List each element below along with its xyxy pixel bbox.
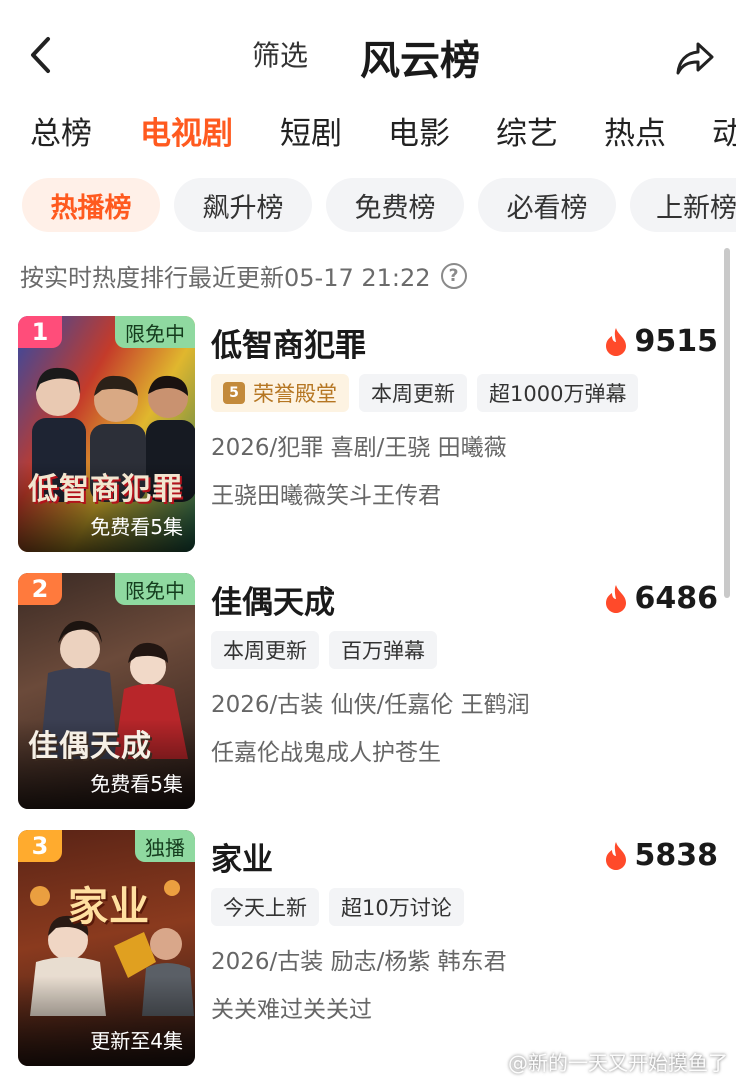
tag: 本周更新: [359, 374, 467, 412]
poster-title-art: 佳偶天成: [28, 729, 152, 764]
share-icon: [676, 42, 714, 75]
watermark-text: @新的一天又开始摸鱼了: [508, 1051, 728, 1075]
rank-badge: 3: [18, 830, 62, 862]
tag: 本周更新: [211, 631, 319, 669]
status-badge: 独播: [135, 830, 195, 862]
status-badge: 限免中: [115, 316, 195, 348]
poster-image[interactable]: 低智商犯罪 1 限免中 免费看5集: [18, 316, 195, 552]
sub-tabs: 热播榜 飙升榜 免费榜 必看榜 上新榜: [0, 178, 736, 232]
heat-score: 9515: [603, 324, 719, 359]
header: 筛选 风云榜: [0, 0, 736, 110]
honor-icon: 5: [223, 382, 245, 404]
tab-tv[interactable]: 电视剧: [140, 108, 233, 153]
poster-caption: 免费看5集: [90, 515, 183, 539]
subtab-must-watch[interactable]: 必看榜: [478, 178, 616, 232]
page-title: 风云榜: [360, 38, 480, 84]
tab-movie[interactable]: 电影: [388, 108, 450, 153]
show-meta: 2026/古装 仙侠/任嘉伦 王鹤润: [211, 692, 530, 718]
update-note: 按实时热度排行最近更新05-17 21:22 ?: [20, 258, 467, 293]
show-title[interactable]: 佳偶天成: [211, 577, 335, 622]
show-meta: 2026/犯罪 喜剧/王骁 田曦薇: [211, 435, 507, 461]
scrollbar[interactable]: [724, 248, 730, 598]
flame-icon: [605, 841, 626, 870]
tag: 今天上新: [211, 888, 319, 926]
tab-hot[interactable]: 热点: [604, 108, 666, 153]
watermark: @新的一天又开始摸鱼了: [480, 1047, 728, 1076]
rank-badge: 1: [18, 316, 62, 348]
honor-label: 荣誉殿堂: [253, 382, 337, 406]
share-button[interactable]: [670, 36, 720, 82]
poster-title-art: 低智商犯罪: [28, 472, 183, 507]
ranking-page: 筛选 风云榜 总榜 电视剧 短剧 电影 综艺 热点 动 热播榜 飙升榜 免费榜 …: [0, 0, 736, 1080]
poster-image[interactable]: 佳偶天成 2 限免中 免费看5集: [18, 573, 195, 809]
list-item[interactable]: 佳偶天成 2 限免中 免费看5集 佳偶天成 6486 本周更新 百万弹幕 202…: [18, 573, 718, 809]
help-icon[interactable]: ?: [440, 262, 467, 289]
rank-badge: 2: [18, 573, 62, 605]
heat-score: 5838: [603, 838, 719, 873]
tag: 百万弹幕: [329, 631, 437, 669]
show-title[interactable]: 低智商犯罪: [211, 320, 366, 365]
show-title[interactable]: 家业: [211, 834, 273, 879]
honor-tag[interactable]: 5 荣誉殿堂: [211, 374, 349, 412]
heat-value: 5838: [634, 838, 719, 873]
show-description: 王骁田曦薇笑斗王传君: [211, 483, 441, 509]
poster-caption: 更新至4集: [90, 1029, 183, 1053]
poster-title-art: 家业: [68, 883, 150, 930]
subtab-free[interactable]: 免费榜: [326, 178, 464, 232]
category-tabs: 总榜 电视剧 短剧 电影 综艺 热点 动: [0, 108, 736, 158]
tab-short-drama[interactable]: 短剧: [280, 108, 342, 153]
list-item[interactable]: 低智商犯罪 1 限免中 免费看5集 低智商犯罪 9515 5 荣誉殿堂 本周更新…: [18, 316, 718, 552]
tab-anime[interactable]: 动: [712, 108, 736, 153]
tag-list: 今天上新 超10万讨论: [211, 888, 464, 926]
list-item[interactable]: 家业 3 独播 更新至4集 家业 5838 今天上新 超10万讨论 2026/古…: [18, 830, 718, 1066]
update-text: 按实时热度排行最近更新05-17 21:22: [20, 264, 431, 292]
weibo-logo-icon: [480, 1053, 502, 1071]
subtab-hot-playing[interactable]: 热播榜: [22, 178, 160, 232]
poster-caption: 免费看5集: [90, 772, 183, 796]
tab-variety[interactable]: 综艺: [496, 108, 558, 153]
status-badge: 限免中: [115, 573, 195, 605]
flame-icon: [605, 327, 626, 356]
filter-button[interactable]: 筛选: [252, 34, 308, 74]
tag: 超1000万弹幕: [477, 374, 639, 412]
tab-all[interactable]: 总榜: [30, 108, 92, 153]
tag: 超10万讨论: [329, 888, 464, 926]
tag-list: 本周更新 百万弹幕: [211, 631, 437, 669]
heat-value: 6486: [634, 581, 719, 616]
subtab-rising[interactable]: 飙升榜: [174, 178, 312, 232]
flame-icon: [605, 584, 626, 613]
back-button[interactable]: [18, 30, 64, 80]
show-description: 任嘉伦战鬼成人护苍生: [211, 740, 441, 766]
show-description: 关关难过关关过: [211, 997, 372, 1023]
poster-image[interactable]: 家业 3 独播 更新至4集: [18, 830, 195, 1066]
show-meta: 2026/古装 励志/杨紫 韩东君: [211, 949, 507, 975]
subtab-new[interactable]: 上新榜: [630, 178, 736, 232]
heat-score: 6486: [603, 581, 719, 616]
tag-list: 5 荣誉殿堂 本周更新 超1000万弹幕: [211, 374, 639, 412]
heat-value: 9515: [634, 324, 719, 359]
chevron-left-icon: [31, 37, 50, 73]
